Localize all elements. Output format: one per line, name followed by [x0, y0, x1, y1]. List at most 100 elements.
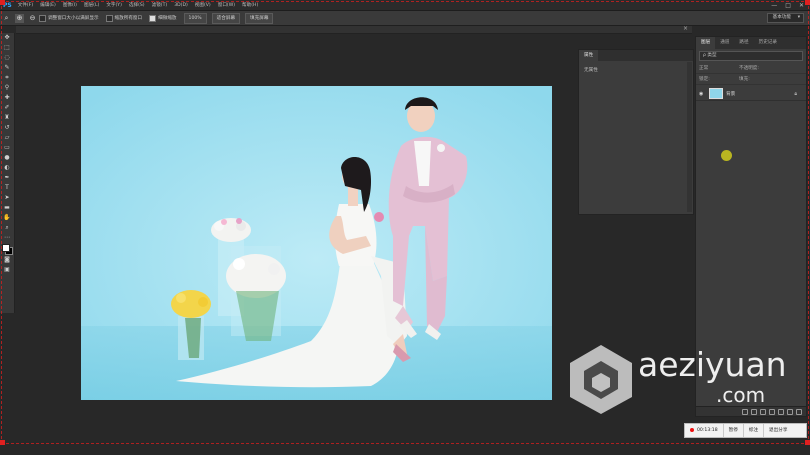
menu-edit[interactable]: 编辑(E): [40, 2, 56, 8]
zoom-icon[interactable]: ⌕: [2, 224, 12, 232]
properties-content: 无属性: [584, 68, 598, 73]
path-select-icon[interactable]: ➤: [2, 194, 12, 202]
workspace-label: 基本功能: [772, 15, 791, 20]
menu-help[interactable]: 帮助(H): [242, 2, 258, 8]
zoom-out-icon[interactable]: ⊖: [28, 14, 37, 23]
resize-windows-label: 调整窗口大小以满屏显示: [48, 16, 99, 21]
tab-paths[interactable]: 路径: [734, 37, 753, 49]
blend-mode-select[interactable]: 正常: [699, 65, 739, 71]
close-icon[interactable]: ×: [683, 25, 688, 32]
mouse-cursor-highlight: [721, 150, 732, 161]
lock-icon[interactable]: 🔒︎: [794, 91, 797, 97]
type-icon[interactable]: T: [2, 184, 12, 192]
foreground-color-swatch[interactable]: [2, 244, 10, 252]
frame-corner: [0, 440, 5, 445]
recording-time: 00:13:18: [697, 428, 718, 433]
menu-layer[interactable]: 图层(L): [84, 2, 99, 8]
scrubby-zoom-checkbox[interactable]: 细微缩放: [149, 14, 177, 22]
chevron-down-icon: ▾: [797, 15, 800, 20]
lock-label: 锁定:: [699, 77, 710, 82]
more-icon[interactable]: ⋯: [2, 234, 12, 242]
watermark-logo: [570, 345, 632, 414]
color-swatches[interactable]: [2, 244, 13, 255]
menu-select[interactable]: 选择(S): [129, 2, 145, 8]
document-canvas[interactable]: [81, 86, 552, 400]
recording-timer: 00:13:18: [685, 424, 724, 437]
blur-icon[interactable]: ●: [2, 154, 12, 162]
lock-row: 锁定: 填充:: [696, 74, 806, 85]
layer-name: 背景: [726, 91, 736, 97]
annotate-button[interactable]: 标注: [744, 424, 765, 437]
resize-windows-checkbox[interactable]: 调整窗口大小以满屏显示: [39, 14, 99, 22]
tools-panel: ✥ ⬚ ◌ ✎ ⌗ ⚲ ✚ ✐ ♜ ↺ ▱ ▭ ● ◐ ✒ T ➤ ▬ ✋ ⌕ …: [0, 33, 15, 313]
stamp-icon[interactable]: ♜: [2, 114, 12, 122]
blend-row: 正常 不透明度:: [696, 63, 806, 74]
quick-select-icon[interactable]: ✎: [2, 64, 12, 72]
zoom-in-icon[interactable]: ⊕: [15, 13, 24, 23]
wedding-photo: [81, 86, 552, 400]
maximize-button[interactable]: □: [785, 2, 791, 9]
properties-panel-header: 属性: [579, 50, 693, 61]
dodge-icon[interactable]: ◐: [2, 164, 12, 172]
tab-properties[interactable]: 属性: [579, 50, 599, 61]
minimize-button[interactable]: —: [771, 2, 777, 9]
window-controls: — □ ✕: [771, 2, 804, 9]
tab-channels[interactable]: 通道: [715, 37, 734, 49]
menu-file[interactable]: 文件(F): [18, 2, 33, 8]
fit-screen-button[interactable]: 适合屏幕: [211, 12, 241, 24]
eyedropper-icon[interactable]: ⚲: [2, 84, 12, 92]
hand-icon[interactable]: ✋: [2, 214, 12, 222]
tab-history[interactable]: 历史记录: [754, 37, 782, 49]
menu-bar: PS 文件(F) 编辑(E) 图像(I) 图层(L) 文字(Y) 选择(S) 滤…: [0, 0, 810, 11]
options-bar: ⌕ ⊕ ⊖ 调整窗口大小以满屏显示 缩放所有窗口 细微缩放 100% 适合屏幕 …: [0, 11, 810, 26]
crop-icon[interactable]: ⌗: [2, 74, 12, 82]
zoom-all-label: 缩放所有窗口: [114, 16, 143, 21]
eye-icon[interactable]: ◉: [699, 91, 706, 97]
layers-panel-tabs: 图层 通道 路径 历史记录: [696, 37, 806, 49]
move-icon[interactable]: ✥: [2, 34, 12, 42]
zoom-100-button[interactable]: 100%: [183, 12, 207, 24]
document-tab-strip: ×: [16, 25, 692, 34]
fill-screen-button[interactable]: 填充屏幕: [245, 12, 274, 24]
opacity-label: 不透明度:: [739, 66, 759, 71]
watermark: aeziyuan .com: [566, 343, 806, 415]
menu-3d[interactable]: 3D(D): [174, 3, 188, 8]
brush-icon[interactable]: ✐: [2, 104, 12, 112]
pen-icon[interactable]: ✒: [2, 174, 12, 182]
watermark-domain: .com: [716, 383, 766, 407]
fill-label: 填充:: [739, 77, 750, 82]
layer-background[interactable]: ◉ 背景 🔒︎: [696, 87, 806, 101]
workspace-select[interactable]: 基本功能 ▾: [766, 13, 804, 23]
exit-share-button[interactable]: 退出分享: [764, 424, 792, 437]
recording-toolbar: 00:13:18 暂停 标注 退出分享: [684, 423, 807, 438]
record-dot-icon: [690, 427, 694, 432]
zoom-tool-preset-icon[interactable]: ⌕: [2, 14, 11, 23]
properties-panel: 属性 无属性: [578, 49, 694, 215]
layer-thumbnail: [709, 88, 723, 99]
menu-image[interactable]: 图像(I): [63, 2, 77, 8]
watermark-text: aeziyuan: [638, 345, 787, 384]
quick-mask-icon[interactable]: ◙: [2, 256, 12, 264]
properties-scrollbar[interactable]: [687, 62, 692, 212]
screen-mode-icon[interactable]: ▣: [2, 266, 12, 274]
lasso-icon[interactable]: ◌: [2, 54, 12, 62]
menu-filter[interactable]: 滤镜(T): [152, 2, 168, 8]
healing-icon[interactable]: ✚: [2, 94, 12, 102]
gradient-icon[interactable]: ▭: [2, 144, 12, 152]
zoom-all-checkbox[interactable]: 缩放所有窗口: [105, 14, 143, 22]
marquee-icon[interactable]: ⬚: [2, 44, 12, 52]
scrubby-zoom-label: 细微缩放: [158, 16, 177, 21]
menu-type[interactable]: 文字(Y): [106, 2, 122, 8]
close-button[interactable]: ✕: [799, 2, 804, 9]
history-brush-icon[interactable]: ↺: [2, 124, 12, 132]
pause-button[interactable]: 暂停: [724, 424, 744, 437]
frame-corner: [805, 440, 810, 445]
shape-icon[interactable]: ▬: [2, 204, 12, 212]
layer-filter-label: ρ 类型: [703, 53, 717, 58]
layer-filter-select[interactable]: ρ 类型: [699, 51, 803, 61]
menu-window[interactable]: 窗口(W): [218, 2, 235, 8]
eraser-icon[interactable]: ▱: [2, 134, 12, 142]
menu-view[interactable]: 视图(V): [195, 2, 211, 8]
tab-layers[interactable]: 图层: [696, 37, 716, 49]
app-logo: PS: [3, 1, 12, 9]
